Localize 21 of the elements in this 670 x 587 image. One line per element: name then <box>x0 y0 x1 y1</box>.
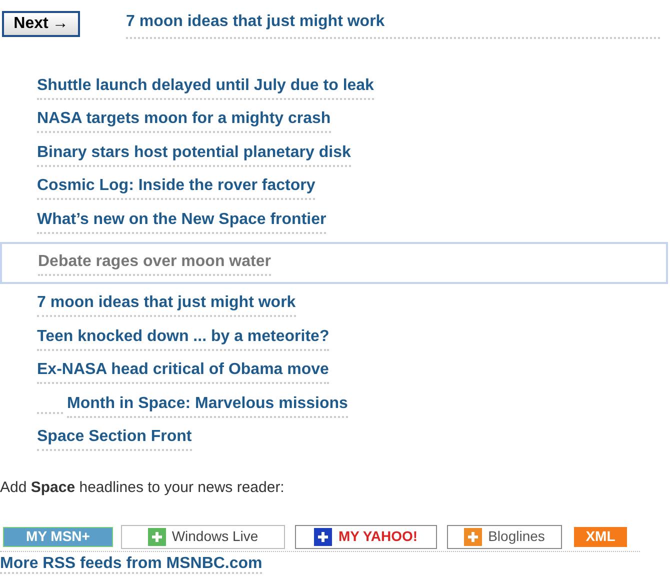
headline-link[interactable]: Month in Space: Marvelous missions <box>67 392 348 418</box>
headline-link[interactable]: 7 moon ideas that just might work <box>37 291 296 318</box>
feed-badge[interactable]: Windows Live <box>121 524 285 548</box>
feed-badge[interactable]: MY YAHOO! <box>295 524 437 548</box>
headline-link[interactable]: Ex-NASA head critical of Obama move <box>37 358 329 384</box>
headline-link[interactable]: Binary stars host potential planetary disk <box>37 140 351 167</box>
plus-icon <box>464 528 482 546</box>
headline-link[interactable]: Cosmic Log: Inside the rover factory <box>37 174 316 200</box>
headline-link[interactable]: NASA targets moon for a mighty crash <box>37 107 331 134</box>
headline-link[interactable]: Teen knocked down ... by a meteorite? <box>37 324 330 351</box>
plus-icon <box>314 528 332 546</box>
headline-link[interactable]: Space Section Front <box>37 425 192 452</box>
next-button[interactable]: Next → <box>2 11 80 37</box>
feed-prompt: Add Space headlines to your news reader: <box>0 478 286 498</box>
more-feeds-link[interactable]: More RSS feeds from MSNBC.com <box>0 554 262 574</box>
headline-link[interactable]: 7 moon ideas that just might work <box>126 12 385 30</box>
plus-icon <box>148 528 166 546</box>
feed-badge[interactable]: Bloglines <box>447 524 562 548</box>
headline-link[interactable]: What’s new on the New Space frontier <box>37 208 326 234</box>
headline-link[interactable]: Shuttle launch delayed until July due to leak <box>37 74 374 100</box>
headline-link[interactable]: Debate rages over moon water <box>38 250 271 276</box>
